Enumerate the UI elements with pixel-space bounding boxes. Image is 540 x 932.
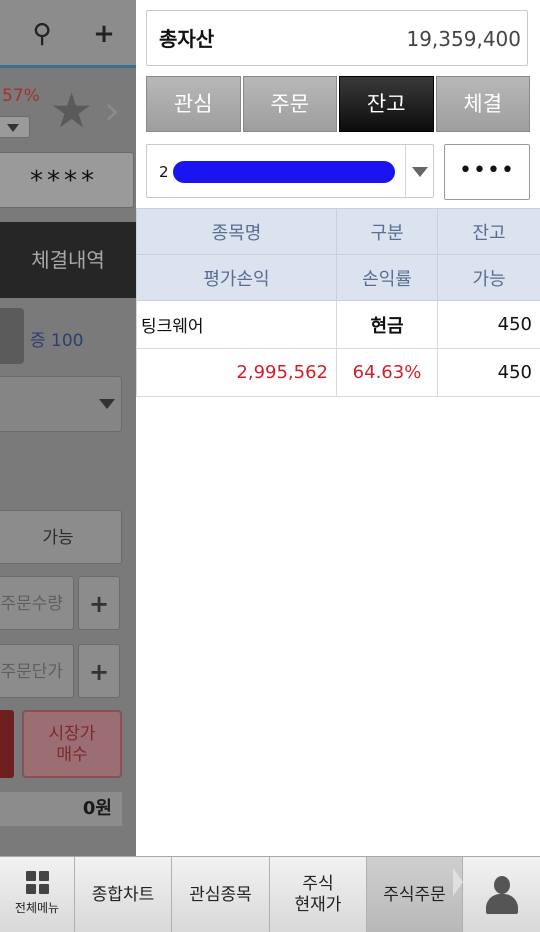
plus-icon: + — [93, 19, 115, 49]
star-icon: ★ — [50, 83, 94, 139]
order-qty-input: 주문수량 — [0, 576, 74, 630]
table-header-row: 평가손익 손익률 가능 — [136, 254, 540, 301]
total-assets-value: 19,359,400 — [406, 27, 521, 51]
possible-button: 가능 — [0, 510, 122, 564]
quantity-label: 증 100 — [30, 331, 84, 351]
table-header-row: 종목명 구분 잔고 — [136, 208, 540, 255]
stock-pl-rate: 64.63% — [336, 348, 438, 397]
total-assets-box: 총자산 19,359,400 — [146, 10, 528, 66]
user-icon — [484, 876, 520, 914]
header-available: 가능 — [437, 254, 540, 301]
all-menu-button[interactable]: 전체메뉴 — [0, 857, 75, 932]
grid-icon — [25, 871, 49, 894]
chevron-right-icon: › — [104, 88, 120, 134]
table-row[interactable]: 팅크웨어 현금 450 — [136, 300, 540, 349]
balance-panel: 총자산 19,359,400 관심 주문 잔고 체결 2 •••• 종목명 구분… — [136, 0, 540, 856]
background-select — [0, 376, 122, 432]
tab-balance[interactable]: 잔고 — [339, 76, 434, 132]
qty-plus-button: + — [78, 576, 120, 630]
chevron-down-icon[interactable] — [405, 145, 433, 197]
header-balance: 잔고 — [437, 208, 540, 255]
order-price-input: 주문단가 — [0, 644, 74, 698]
header-eval-pl: 평가손익 — [136, 254, 337, 301]
nav-watchlist-button[interactable]: 관심종목 — [172, 857, 270, 932]
order-total: 0원 — [0, 792, 122, 826]
tab-watchlist[interactable]: 관심 — [146, 76, 241, 132]
tab-order[interactable]: 주문 — [242, 76, 337, 132]
nav-current-price-button[interactable]: 주식 현재가 — [270, 857, 367, 932]
nav-current-price-label: 주식 현재가 — [294, 874, 342, 915]
account-select[interactable]: 2 — [146, 144, 434, 198]
account-redaction — [173, 161, 395, 183]
nav-stock-order-button[interactable]: 주식주문 — [367, 857, 463, 932]
market-buy-label: 시장가 매수 — [48, 724, 96, 765]
tab-executions[interactable]: 체결 — [435, 76, 530, 132]
stock-eval-pl: 2,995,562 — [136, 348, 337, 397]
change-percent: 57% — [2, 86, 40, 106]
buy-button — [0, 710, 14, 778]
profile-button[interactable] — [463, 857, 540, 932]
background-password: **** — [0, 152, 134, 208]
nav-stock-order-label: 주식주문 — [383, 884, 446, 905]
table-row[interactable]: 2,995,562 64.63% 450 — [136, 348, 540, 397]
background-button — [0, 308, 24, 364]
balance-table: 종목명 구분 잔고 평가손익 손익률 가능 팅크웨어 현금 450 2,995,… — [136, 208, 540, 397]
background-app: ⚲ + 57% ★ › **** 체결내역 증 100 가능 주문수량 + 주문… — [0, 0, 136, 856]
background-header: ⚲ + — [0, 0, 136, 68]
nav-watchlist-label: 관심종목 — [189, 884, 252, 905]
nav-chart-label: 종합차트 — [91, 884, 155, 905]
stock-type: 현금 — [336, 300, 438, 349]
stock-available: 450 — [437, 348, 540, 397]
password-field[interactable]: •••• — [444, 144, 530, 200]
search-icon: ⚲ — [32, 19, 52, 49]
chevron-right-icon — [453, 868, 463, 896]
market-buy-button: 시장가 매수 — [22, 710, 122, 778]
all-menu-label: 전체메뉴 — [14, 901, 60, 915]
stock-name: 팅크웨어 — [136, 300, 337, 349]
panel-tabs: 관심 주문 잔고 체결 — [146, 76, 530, 132]
header-pl-rate: 손익률 — [336, 254, 438, 301]
history-tab: 체결내역 — [0, 222, 136, 298]
total-assets-label: 총자산 — [159, 27, 215, 51]
stock-balance: 450 — [437, 300, 540, 349]
nav-chart-button[interactable]: 종합차트 — [75, 857, 172, 932]
price-plus-button: + — [78, 644, 120, 698]
header-stock-name: 종목명 — [136, 208, 337, 255]
header-type: 구분 — [336, 208, 438, 255]
background-dropdown — [0, 116, 30, 138]
account-number: 2 — [159, 163, 169, 181]
